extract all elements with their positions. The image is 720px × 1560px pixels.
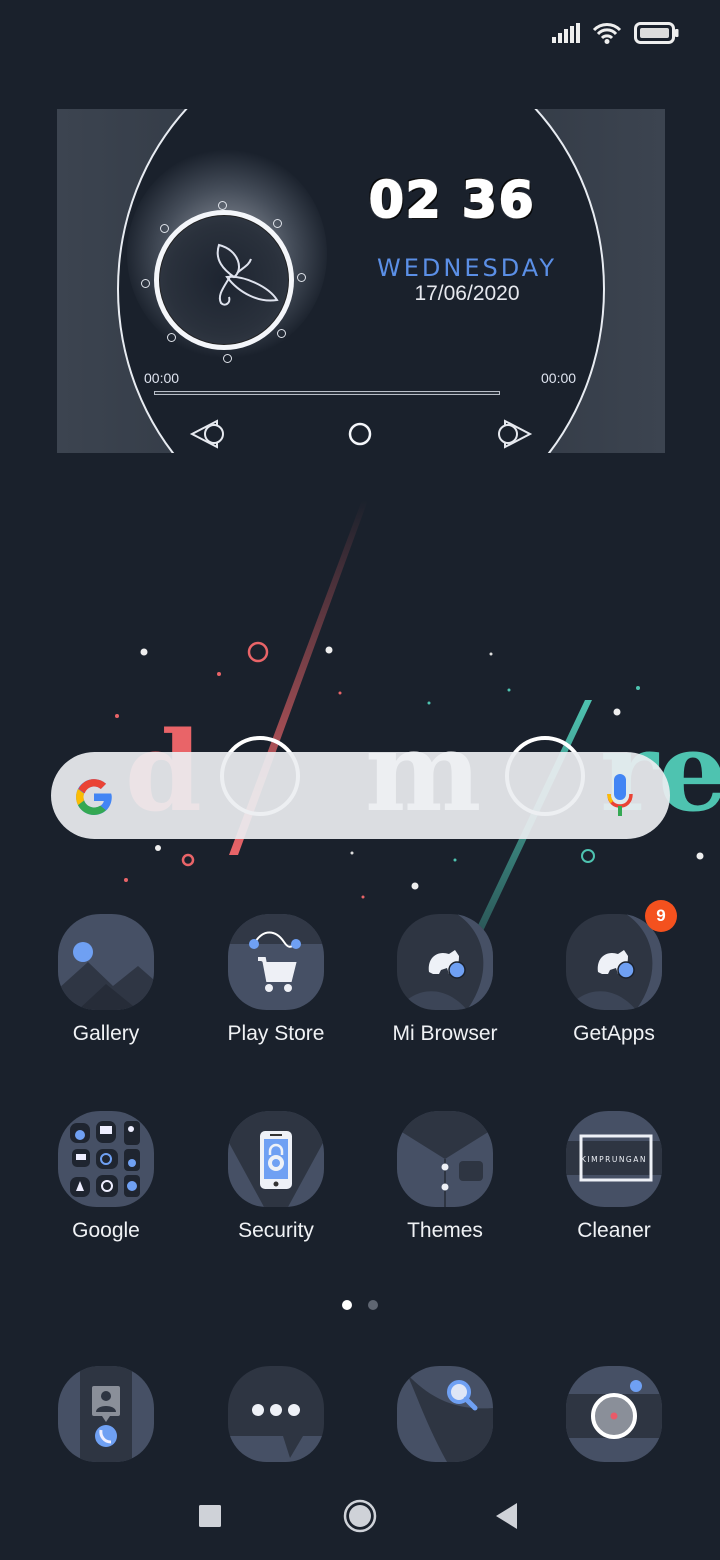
gallery-icon — [58, 914, 154, 1010]
ring-dot — [141, 279, 150, 288]
getapps-icon — [566, 914, 662, 1010]
app-security[interactable]: Security — [211, 1111, 341, 1243]
notification-badge: 9 — [645, 900, 677, 932]
play-store-icon — [228, 914, 324, 1010]
page-indicator[interactable] — [342, 1300, 378, 1310]
dock-browser[interactable] — [380, 1366, 510, 1462]
clock-date: 17/06/2020 — [414, 282, 520, 305]
wifi-icon — [592, 23, 622, 44]
play-icon[interactable] — [347, 417, 373, 451]
camera-icon — [566, 1366, 662, 1462]
ring-dot — [160, 224, 169, 233]
dock-camera[interactable] — [549, 1366, 679, 1462]
navigation-bar — [0, 1495, 720, 1541]
app-label: Play Store — [227, 1022, 325, 1045]
clock-time: 02 36 — [368, 170, 536, 230]
app-label: Cleaner — [577, 1219, 651, 1242]
home-button[interactable] — [343, 1499, 377, 1533]
ring-dot — [277, 329, 286, 338]
music-widget[interactable]: 02 36 WEDNESDAY 17/06/2020 00:00 00:00 — [57, 109, 665, 453]
app-themes[interactable]: Themes — [380, 1111, 510, 1243]
app-label: Security — [238, 1219, 314, 1242]
app-label: Themes — [407, 1219, 483, 1242]
total-time: 00:00 — [541, 370, 577, 386]
wallpaper-art: d m re — [115, 500, 720, 980]
ring-dot — [167, 333, 176, 342]
app-play-store[interactable]: Play Store — [211, 914, 341, 1046]
google-search-bar[interactable] — [51, 752, 670, 839]
app-label: Mi Browser — [392, 1022, 498, 1045]
themes-icon — [397, 1111, 493, 1207]
page-dot[interactable] — [368, 1300, 378, 1310]
microphone-icon[interactable] — [606, 774, 634, 818]
cleaner-icon: KIMPRUNGAN — [566, 1111, 662, 1207]
google-folder-icon — [58, 1111, 154, 1207]
seek-bar[interactable] — [154, 391, 500, 395]
security-icon — [228, 1111, 324, 1207]
dock-phone[interactable] — [41, 1366, 171, 1462]
clock-weekday: WEDNESDAY — [377, 254, 557, 282]
battery-icon — [634, 22, 679, 44]
signal-icon — [552, 23, 580, 43]
app-label: Google — [72, 1219, 140, 1242]
app-cleaner[interactable]: KIMPRUNGAN Cleaner — [549, 1111, 679, 1243]
status-bar — [552, 18, 680, 48]
app-getapps[interactable]: 9 GetApps — [549, 900, 679, 1046]
app-mi-browser[interactable]: Mi Browser — [380, 914, 510, 1046]
dock-messages[interactable] — [211, 1366, 341, 1462]
page-dot-active[interactable] — [342, 1300, 352, 1310]
app-label: Gallery — [72, 1022, 140, 1045]
ring-dot — [218, 201, 227, 210]
mi-browser-icon — [397, 914, 493, 1010]
elapsed-time: 00:00 — [144, 370, 180, 386]
ring-dot — [223, 354, 232, 363]
album-art[interactable] — [154, 210, 294, 350]
next-icon[interactable] — [495, 417, 533, 451]
ring-dot — [297, 273, 306, 282]
previous-icon[interactable] — [189, 417, 227, 451]
browser-search-icon — [397, 1366, 493, 1462]
butterfly-icon — [216, 243, 279, 306]
google-g-icon — [76, 779, 112, 815]
phone-icon — [58, 1366, 154, 1462]
ring-dot — [273, 219, 282, 228]
app-gallery[interactable]: Gallery — [41, 914, 171, 1046]
messages-icon — [228, 1366, 324, 1462]
app-label: GetApps — [573, 1022, 655, 1045]
back-button[interactable] — [496, 1503, 518, 1529]
svg-text:KIMPRUNGAN: KIMPRUNGAN — [581, 1155, 647, 1164]
app-google-folder[interactable]: Google — [41, 1111, 171, 1243]
recents-button[interactable] — [199, 1505, 221, 1527]
